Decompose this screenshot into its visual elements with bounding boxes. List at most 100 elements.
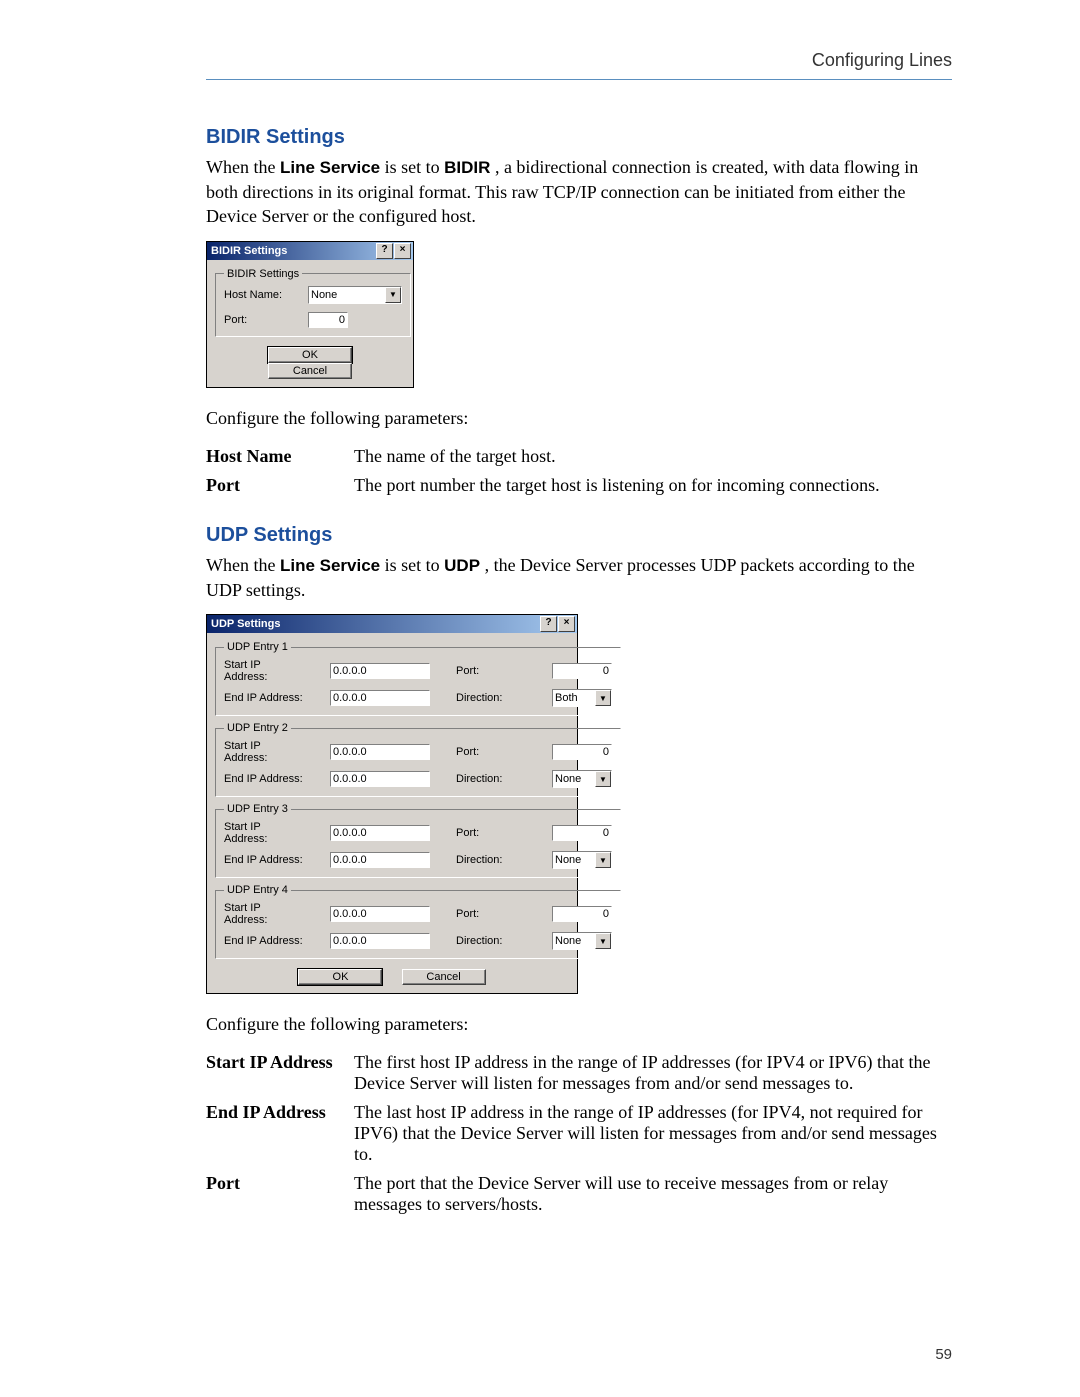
line-service-term: Line Service — [280, 556, 380, 575]
direction-value: None — [555, 773, 581, 785]
chevron-down-icon: ▼ — [595, 771, 611, 787]
text: When the — [206, 555, 280, 575]
param-value: The first host IP address in the range o… — [354, 1048, 952, 1098]
close-icon[interactable]: × — [394, 243, 411, 259]
udp-title: UDP Settings — [206, 524, 952, 547]
bidir-dialog-title: BIDIR Settings — [211, 245, 287, 257]
bidir-configure-line: Configure the following parameters: — [206, 406, 952, 430]
help-icon[interactable]: ? — [540, 616, 557, 632]
direction-label: Direction: — [456, 692, 526, 704]
table-row: Port The port number the target host is … — [206, 471, 880, 500]
udp-dialog-titlebar[interactable]: UDP Settings ? × — [207, 615, 577, 633]
chevron-down-icon: ▼ — [595, 933, 611, 949]
param-value: The port that the Device Server will use… — [354, 1169, 952, 1219]
end-ip-label: End IP Address: — [224, 935, 304, 947]
port-label: Port: — [456, 827, 526, 839]
udp-paragraph: When the Line Service is set to UDP , th… — [206, 553, 952, 602]
direction-value: None — [555, 854, 581, 866]
udp-param-table: Start IP Address The first host IP addre… — [206, 1048, 952, 1219]
close-icon[interactable]: × — [558, 616, 575, 632]
bidir-dialog: BIDIR Settings ? × BIDIR Settings Host N… — [206, 241, 414, 388]
text: is set to — [385, 157, 445, 177]
port-label: Port: — [224, 314, 302, 326]
end-ip-label: End IP Address: — [224, 854, 304, 866]
direction-value: Both — [555, 692, 578, 704]
start-ip-input[interactable] — [330, 744, 430, 760]
start-ip-input[interactable] — [330, 663, 430, 679]
port-input[interactable] — [552, 663, 612, 679]
bidir-group: BIDIR Settings Host Name: None ▼ Port: — [215, 268, 411, 337]
help-icon[interactable]: ? — [376, 243, 393, 259]
param-key: Host Name — [206, 442, 354, 471]
udp-dialog-title: UDP Settings — [211, 618, 280, 630]
header-rule — [206, 79, 952, 80]
start-ip-label: Start IP Address: — [224, 659, 304, 683]
page-header-right: Configuring Lines — [206, 50, 952, 71]
ok-button[interactable]: OK — [298, 969, 382, 985]
param-key: Start IP Address — [206, 1048, 354, 1098]
start-ip-input[interactable] — [330, 906, 430, 922]
end-ip-label: End IP Address: — [224, 692, 304, 704]
port-input[interactable] — [552, 906, 612, 922]
hostname-value: None — [311, 289, 337, 301]
direction-select[interactable]: None ▼ — [552, 770, 612, 788]
udp-entry-2: UDP Entry 2 Start IP Address: Port: End … — [215, 722, 621, 797]
cancel-button[interactable]: Cancel — [402, 969, 486, 985]
direction-label: Direction: — [456, 854, 526, 866]
udp-entry-legend: UDP Entry 3 — [224, 803, 291, 815]
bidir-title: BIDIR Settings — [206, 126, 952, 149]
text: is set to — [385, 555, 445, 575]
udp-entry-3: UDP Entry 3 Start IP Address: Port: End … — [215, 803, 621, 878]
direction-select[interactable]: Both ▼ — [552, 689, 612, 707]
param-key: Port — [206, 471, 354, 500]
port-input[interactable] — [552, 744, 612, 760]
table-row: End IP Address The last host IP address … — [206, 1098, 952, 1169]
table-row: Port The port that the Device Server wil… — [206, 1169, 952, 1219]
end-ip-input[interactable] — [330, 933, 430, 949]
hostname-select[interactable]: None ▼ — [308, 286, 402, 304]
bidir-param-table: Host Name The name of the target host. P… — [206, 442, 880, 500]
chevron-down-icon: ▼ — [595, 852, 611, 868]
param-key: Port — [206, 1169, 354, 1219]
bidir-group-legend: BIDIR Settings — [224, 268, 302, 280]
end-ip-input[interactable] — [330, 690, 430, 706]
bidir-dialog-titlebar[interactable]: BIDIR Settings ? × — [207, 242, 413, 260]
port-label: Port: — [456, 665, 526, 677]
line-service-term: Line Service — [280, 158, 380, 177]
param-value: The last host IP address in the range of… — [354, 1098, 952, 1169]
start-ip-label: Start IP Address: — [224, 821, 304, 845]
start-ip-label: Start IP Address: — [224, 740, 304, 764]
start-ip-label: Start IP Address: — [224, 902, 304, 926]
end-ip-input[interactable] — [330, 771, 430, 787]
chevron-down-icon: ▼ — [595, 690, 611, 706]
udp-entry-legend: UDP Entry 2 — [224, 722, 291, 734]
ok-button[interactable]: OK — [268, 347, 352, 363]
udp-configure-line: Configure the following parameters: — [206, 1012, 952, 1036]
text: When the — [206, 157, 280, 177]
udp-entry-legend: UDP Entry 1 — [224, 641, 291, 653]
direction-value: None — [555, 935, 581, 947]
udp-entry-4: UDP Entry 4 Start IP Address: Port: End … — [215, 884, 621, 959]
param-key: End IP Address — [206, 1098, 354, 1169]
direction-label: Direction: — [456, 773, 526, 785]
udp-entry-legend: UDP Entry 4 — [224, 884, 291, 896]
end-ip-label: End IP Address: — [224, 773, 304, 785]
port-input[interactable] — [552, 825, 612, 841]
page-number: 59 — [935, 1346, 952, 1363]
hostname-label: Host Name: — [224, 289, 302, 301]
udp-term: UDP — [444, 556, 480, 575]
end-ip-input[interactable] — [330, 852, 430, 868]
table-row: Host Name The name of the target host. — [206, 442, 880, 471]
direction-select[interactable]: None ▼ — [552, 932, 612, 950]
start-ip-input[interactable] — [330, 825, 430, 841]
udp-entry-1: UDP Entry 1 Start IP Address: Port: End … — [215, 641, 621, 716]
direction-select[interactable]: None ▼ — [552, 851, 612, 869]
direction-label: Direction: — [456, 935, 526, 947]
port-input[interactable] — [308, 312, 348, 328]
table-row: Start IP Address The first host IP addre… — [206, 1048, 952, 1098]
port-label: Port: — [456, 908, 526, 920]
bidir-paragraph: When the Line Service is set to BIDIR , … — [206, 155, 952, 229]
param-value: The name of the target host. — [354, 442, 880, 471]
udp-dialog: UDP Settings ? × UDP Entry 1 Start IP Ad… — [206, 614, 578, 994]
cancel-button[interactable]: Cancel — [268, 363, 352, 379]
